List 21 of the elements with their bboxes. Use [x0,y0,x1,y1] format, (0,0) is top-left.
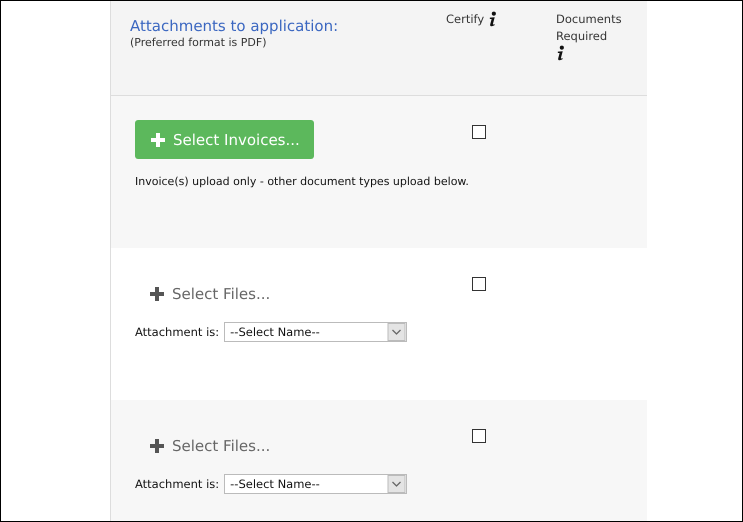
select-files-button[interactable]: Select Files... [135,282,270,306]
info-icon[interactable] [488,11,498,27]
plus-icon [151,132,165,146]
attachment-label: Attachment is: [135,325,220,339]
section-title: Attachments to application: [130,17,340,35]
dropdown-caret-icon [387,323,406,341]
plus-icon [150,287,164,301]
column-header: Documents Required [556,11,623,45]
plus-icon [150,439,164,453]
dropdown-caret-icon [387,475,406,493]
attachment-dropdown[interactable]: --Select Name-- [224,474,408,494]
format-hint: (Preferred format is PDF) [130,36,268,49]
column-header: Certify [446,11,484,28]
certify-checkbox[interactable] [472,277,486,291]
certify-checkbox[interactable] [472,125,486,139]
attachment-label: Attachment is: [135,477,220,491]
certify-checkbox[interactable] [472,429,486,443]
attachment-dropdown[interactable]: --Select Name-- [224,322,408,342]
select-files-button[interactable]: Select Files... [135,434,270,458]
info-icon[interactable] [556,45,565,61]
upload-note: Invoice(s) upload only - other document types upload below. [135,175,469,188]
